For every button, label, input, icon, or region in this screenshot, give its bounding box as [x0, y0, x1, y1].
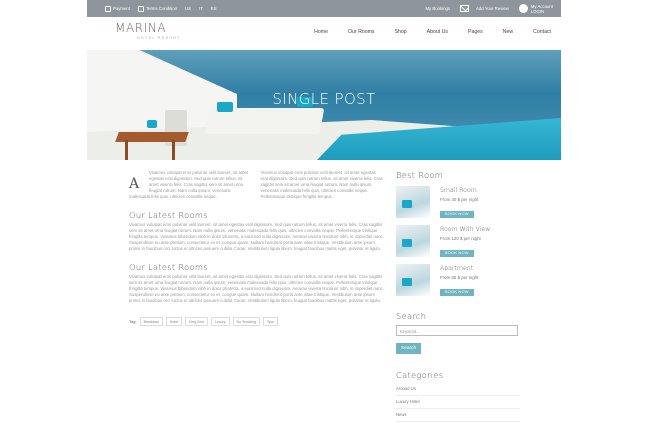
account-text: My Account LOGIN	[531, 4, 553, 14]
my-bookings-link[interactable]: My Bookings	[425, 6, 450, 11]
room-info: Small Room From 30 $ per night BOOK NOW	[440, 186, 478, 219]
nav-our-rooms[interactable]: Our Rooms	[338, 29, 385, 35]
envelope-icon	[460, 5, 470, 12]
room-info: Apartment From 65 $ per night BOOK NOW	[440, 264, 478, 297]
best-room-title: Best Room	[396, 170, 444, 180]
sidebar: Best Room Small Room From 30 $ per night…	[396, 170, 520, 422]
nav-pages[interactable]: Pages	[458, 29, 493, 35]
post-content: A Vivamus volutpat eros pulvinar velit l…	[129, 170, 384, 326]
hero-table-leg	[125, 140, 128, 160]
document-icon	[137, 5, 144, 12]
room-card: Apartment From 65 $ per night BOOK NOW	[396, 264, 520, 297]
section-title: Our Latest Rooms	[129, 210, 208, 220]
intro-column-2: Vivamus volutpat eros pulvinar velit lao…	[261, 170, 385, 200]
room-info: Room With View From 120 $ per night BOOK…	[440, 225, 490, 258]
category-news[interactable]: News	[396, 409, 520, 422]
top-bar-right: My Bookings Add Your Review My Account L…	[425, 4, 561, 14]
tag-no-smoking[interactable]: No Smoking	[232, 317, 261, 326]
room-thumbnail[interactable]	[396, 264, 430, 296]
nav-home[interactable]: Home	[304, 29, 338, 35]
top-bar: Payment Terms Condition US IT ES My Book…	[87, 0, 561, 17]
room-card: Room With View From 120 $ per night BOOK…	[396, 225, 520, 258]
book-now-button[interactable]: BOOK NOW	[440, 288, 474, 296]
my-account-link[interactable]: My Account LOGIN	[518, 4, 553, 14]
tag-spa[interactable]: Spa	[263, 317, 278, 326]
room-price: From 30 $ per night	[440, 197, 479, 202]
payment-label: Payment	[113, 6, 130, 11]
language-us[interactable]: US	[185, 6, 191, 11]
tag-king-bed[interactable]: King Bed	[185, 317, 208, 326]
add-review-label: Add Your Review	[476, 6, 509, 11]
terms-label: Terms Condition	[145, 6, 178, 11]
hero-banner: SINGLE POST	[87, 50, 561, 160]
hero-table-leg	[172, 140, 175, 160]
book-now-button[interactable]: BOOK NOW	[440, 249, 474, 257]
intro-column-1: A Vivamus volutpat eros pulvinar velit l…	[129, 170, 253, 200]
section-text: Vivamus volutpat eros pulvinar velit lao…	[129, 274, 385, 303]
search-title: Search	[396, 311, 427, 321]
terms-link[interactable]: Terms Condition	[137, 5, 178, 12]
categories-title: Categories	[396, 370, 444, 380]
post-tags: Tag: Breakfast Hotel King Bed Luxury No …	[129, 317, 384, 326]
book-now-button[interactable]: BOOK NOW	[440, 210, 474, 218]
room-name[interactable]: Small Room	[440, 187, 478, 194]
site-header: MARINA HOTEL RESORT Home Our Rooms Shop …	[87, 17, 561, 50]
language-it[interactable]: IT	[199, 6, 203, 11]
tag-breakfast[interactable]: Breakfast	[139, 317, 163, 326]
room-name[interactable]: Apartment	[440, 265, 478, 272]
nav-about-us[interactable]: About Us	[417, 29, 458, 35]
main-nav: Home Our Rooms Shop About Us Pages New C…	[304, 29, 561, 35]
top-bar-left: Payment Terms Condition US IT ES	[87, 5, 217, 12]
search-input[interactable]: Keyword...	[396, 325, 518, 336]
add-review-link[interactable]: Add Your Review	[460, 5, 509, 12]
language-es[interactable]: ES	[211, 6, 217, 11]
tag-luxury[interactable]: Luxury	[210, 317, 230, 326]
section-text: Vivamus volutpat eros pulvinar velit lao…	[129, 222, 385, 251]
room-thumbnail[interactable]	[396, 186, 430, 218]
payment-link[interactable]: Payment	[105, 5, 130, 12]
nav-new[interactable]: New	[493, 29, 523, 35]
intro-text-2: Vivamus volutpat eros pulvinar velit lao…	[260, 170, 383, 199]
card-icon	[105, 5, 111, 12]
dropcap: A	[129, 176, 140, 192]
room-name[interactable]: Room With View	[440, 226, 490, 233]
nav-contact[interactable]: Contact	[523, 29, 561, 35]
post-intro: A Vivamus volutpat eros pulvinar velit l…	[129, 170, 384, 200]
room-price: From 120 $ per night	[440, 236, 481, 241]
category-around-us[interactable]: Around Us	[396, 383, 520, 396]
search-button[interactable]: Search	[396, 343, 422, 354]
user-icon	[518, 4, 528, 13]
account-line2: LOGIN	[530, 8, 545, 14]
category-luxury-hotel[interactable]: Luxury Hotel	[396, 396, 520, 409]
nav-shop[interactable]: Shop	[385, 29, 417, 35]
logo-text: MARINA	[115, 21, 167, 35]
room-price: From 65 $ per night	[440, 275, 479, 280]
room-card: Small Room From 30 $ per night BOOK NOW	[396, 186, 520, 219]
logo[interactable]: MARINA HOTEL RESORT	[115, 21, 181, 40]
tag-hotel[interactable]: Hotel	[165, 317, 183, 326]
room-thumbnail[interactable]	[396, 225, 430, 257]
hero-pillow	[147, 120, 157, 128]
section-title: Our Latest Rooms	[129, 262, 208, 272]
tags-label: Tag:	[129, 318, 137, 324]
logo-subtext: HOTEL RESORT	[137, 36, 181, 40]
page-title: SINGLE POST	[272, 90, 376, 108]
